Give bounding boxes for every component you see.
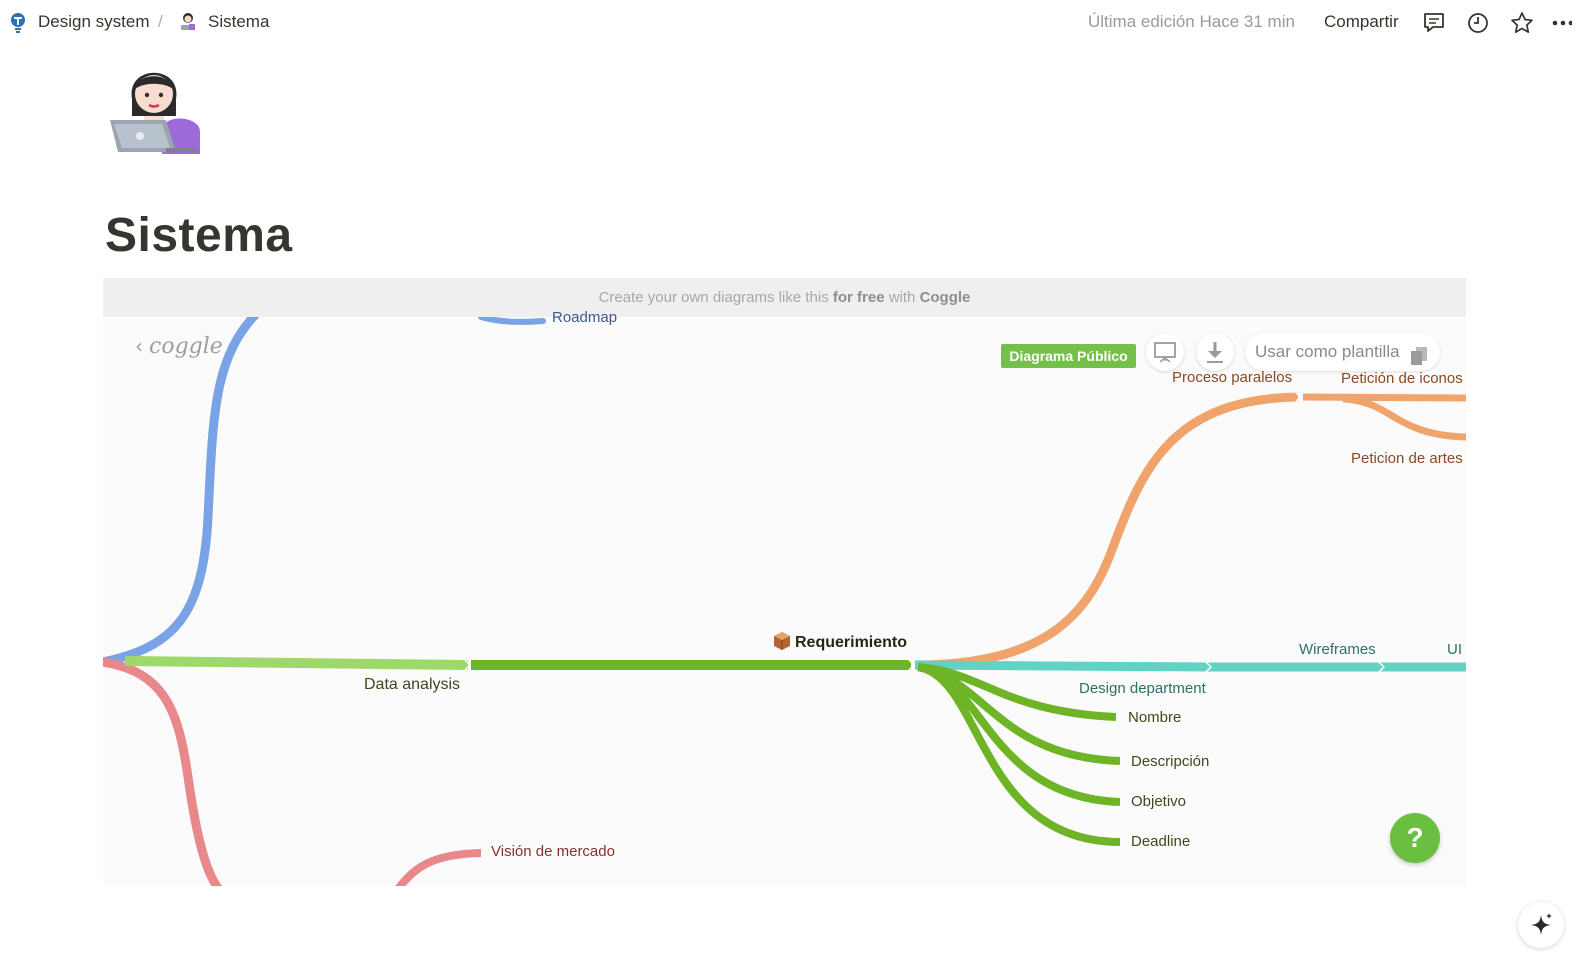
node-descripcion[interactable]: Descripción xyxy=(1131,753,1209,770)
branch-data-analysis xyxy=(124,656,469,670)
page-title: Sistema xyxy=(105,209,293,262)
node-peticion-iconos[interactable]: Petición de iconos xyxy=(1341,370,1463,387)
sparkle-icon xyxy=(1531,913,1552,935)
branch-blue-main xyxy=(103,317,260,667)
page-small-icon xyxy=(178,12,198,32)
node-requerimiento[interactable]: Requerimiento xyxy=(795,634,907,652)
copy-icon xyxy=(1410,342,1428,365)
favorite-star-icon[interactable] xyxy=(1509,10,1535,36)
node-roadmap[interactable]: Roadmap xyxy=(552,309,617,326)
coggle-logo[interactable]: ‹ coggle xyxy=(135,334,223,359)
history-icon[interactable] xyxy=(1465,10,1491,36)
node-wireframes[interactable]: Wireframes xyxy=(1299,641,1376,658)
coggle-logo-text: coggle xyxy=(149,334,223,359)
branch-red-main xyxy=(103,657,223,886)
download-icon xyxy=(1207,342,1223,363)
more-icon[interactable] xyxy=(1550,10,1574,36)
breadcrumb-workspace[interactable]: Design system xyxy=(38,12,149,32)
branch-peticion-iconos xyxy=(1302,393,1466,402)
node-proceso-paralelos[interactable]: Proceso paralelos xyxy=(1172,369,1292,386)
node-peticion-artes[interactable]: Peticion de artes xyxy=(1351,450,1463,467)
node-objetivo[interactable]: Objetivo xyxy=(1131,793,1186,810)
breadcrumb-page[interactable]: Sistema xyxy=(208,12,269,32)
breadcrumb-separator: / xyxy=(158,12,163,31)
node-ui[interactable]: UI xyxy=(1447,641,1462,658)
present-button[interactable] xyxy=(1146,333,1184,371)
banner-text-free: for free xyxy=(832,289,885,306)
help-button[interactable]: ? xyxy=(1390,813,1440,863)
banner-text-prefix: Create your own diagrams like this xyxy=(598,289,833,306)
public-diagram-badge[interactable]: Diagrama Público xyxy=(1001,344,1136,368)
coggle-embed: Create your own diagrams like this for f… xyxy=(103,278,1466,886)
presentation-icon xyxy=(1154,342,1176,363)
comments-icon[interactable] xyxy=(1421,10,1447,36)
package-icon xyxy=(773,631,791,651)
last-edited-text: Última edición Hace 31 min xyxy=(1088,12,1295,31)
chevron-left-icon: ‹ xyxy=(135,334,143,358)
banner-text-mid: with xyxy=(884,289,920,306)
node-data-analysis[interactable]: Data analysis xyxy=(364,676,460,694)
node-vision-mercado[interactable]: Visión de mercado xyxy=(491,843,615,860)
branch-roadmap xyxy=(478,317,546,325)
coggle-banner[interactable]: Create your own diagrams like this for f… xyxy=(103,278,1466,317)
ai-assistant-button[interactable] xyxy=(1518,902,1564,948)
share-button[interactable]: Compartir xyxy=(1324,12,1399,32)
download-button[interactable] xyxy=(1196,333,1234,371)
node-deadline[interactable]: Deadline xyxy=(1131,833,1190,850)
banner-text-coggle: Coggle xyxy=(919,289,971,306)
branch-vision-mercado xyxy=(395,849,482,886)
node-design-department[interactable]: Design department xyxy=(1079,680,1206,697)
node-nombre[interactable]: Nombre xyxy=(1128,709,1181,726)
top-bar: Design system / Sistema Última edición H… xyxy=(0,0,1574,46)
branch-orange-main xyxy=(914,392,1299,670)
workspace-icon[interactable] xyxy=(9,12,27,34)
mindmap-canvas[interactable] xyxy=(103,317,1466,886)
branch-peticion-artes xyxy=(1342,395,1466,441)
page-emoji-icon[interactable] xyxy=(104,54,204,154)
use-as-template-button[interactable]: Usar como plantilla xyxy=(1245,333,1440,371)
template-button-label: Usar como plantilla xyxy=(1255,342,1400,361)
